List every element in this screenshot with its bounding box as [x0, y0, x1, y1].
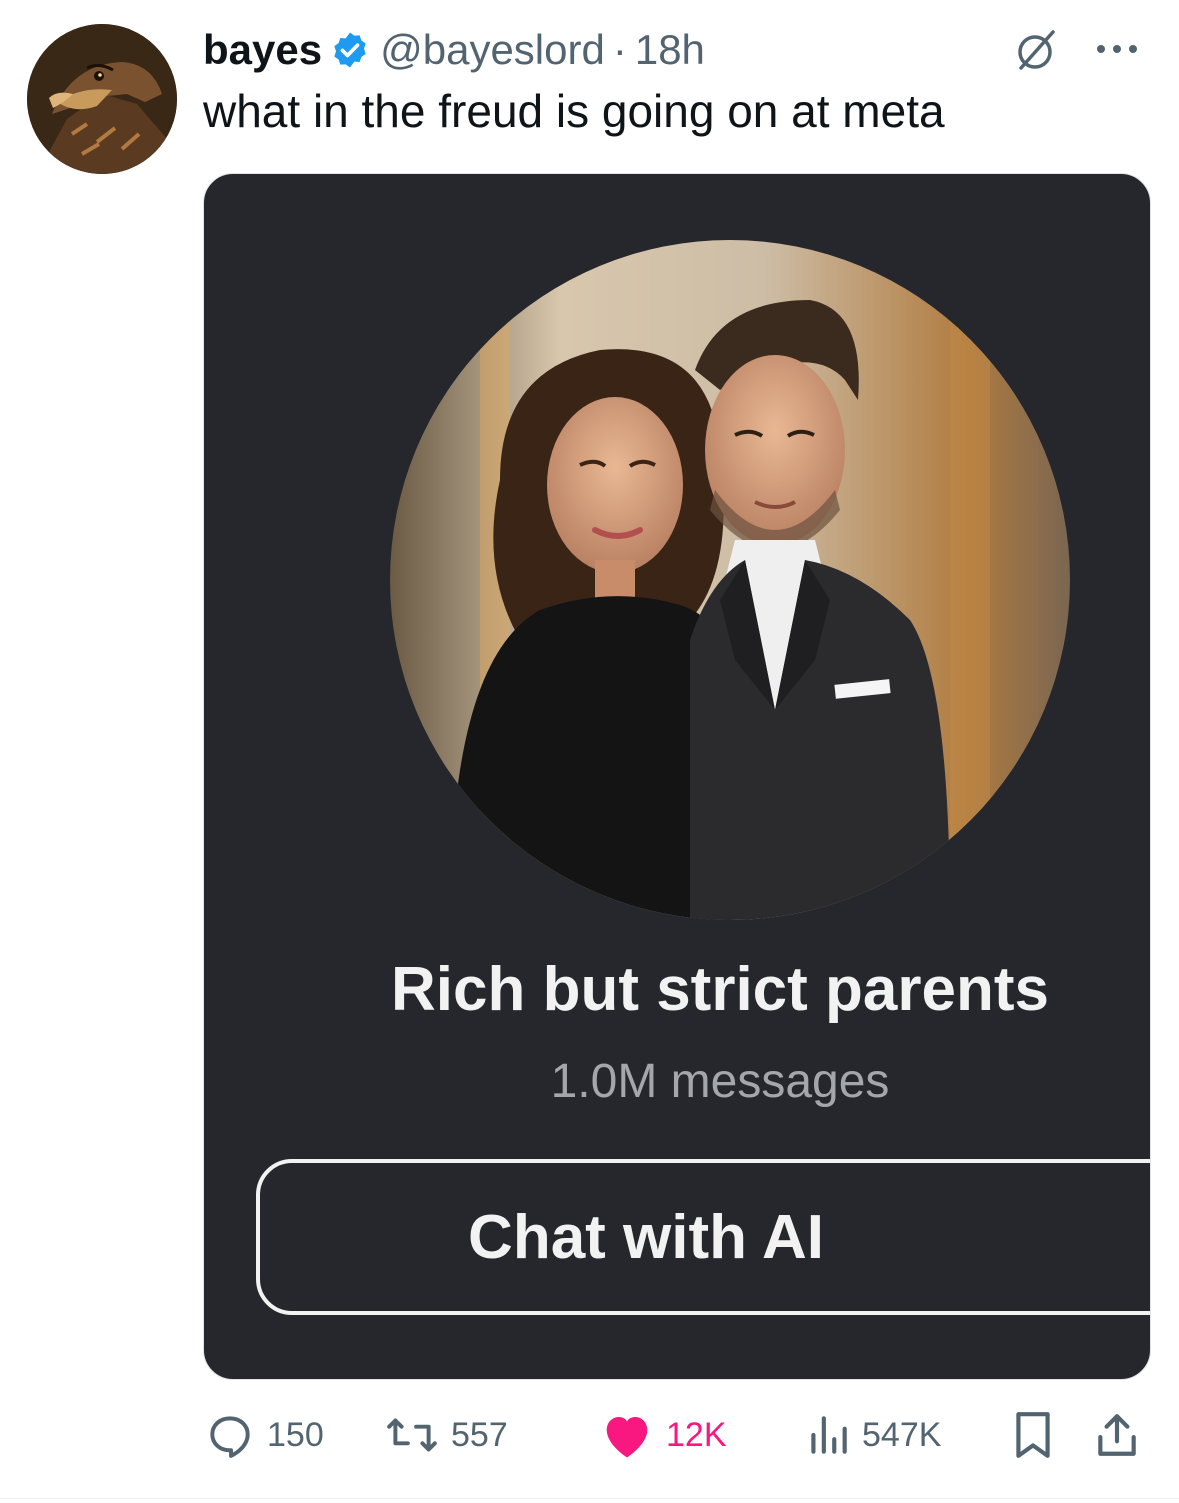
share-button[interactable]: [1093, 1405, 1141, 1465]
eagle-avatar-image: [27, 24, 177, 174]
views-count: 547K: [862, 1415, 942, 1454]
views-button[interactable]: 547K: [806, 1405, 941, 1465]
separator-dot: ·: [612, 26, 627, 73]
media-card[interactable]: Rich but strict parents 1.0M messages Ch…: [203, 173, 1151, 1380]
views-icon: [811, 1416, 847, 1454]
reply-count: 150: [267, 1415, 324, 1454]
avatar[interactable]: [27, 24, 177, 174]
share-icon: [1098, 1414, 1136, 1456]
tweet-actions: 150 557 12K 547K: [203, 1405, 1153, 1465]
tweet-header: bayes @bayeslord · 18h: [203, 22, 705, 78]
reply-icon: [210, 1416, 250, 1458]
display-name[interactable]: bayes: [203, 26, 322, 74]
bookmark-icon: [1016, 1412, 1050, 1458]
tweet: bayes @bayeslord · 18h what in the freud…: [0, 0, 1179, 1503]
retweet-count: 557: [451, 1415, 508, 1454]
retweet-button[interactable]: 557: [385, 1405, 508, 1465]
retweet-icon: [387, 1418, 437, 1452]
like-count: 12K: [666, 1415, 727, 1454]
heart-icon: [606, 1417, 648, 1458]
handle[interactable]: @bayeslord: [380, 26, 605, 74]
like-button[interactable]: 12K: [600, 1405, 727, 1465]
ai-message-count: 1.0M messages: [550, 1055, 890, 1108]
divider: [0, 1498, 1179, 1499]
reply-button[interactable]: 150: [205, 1405, 324, 1465]
verified-badge-icon[interactable]: [330, 30, 370, 70]
bookmark-button[interactable]: [1011, 1405, 1055, 1465]
more-icon[interactable]: [1092, 34, 1142, 64]
chat-with-ai-label: Chat with AI: [468, 1202, 824, 1272]
ai-persona-name: Rich but strict parents: [391, 955, 1049, 1024]
grok-icon[interactable]: [1013, 28, 1057, 72]
tweet-text: what in the freud is going on at meta: [203, 85, 945, 137]
timestamp[interactable]: 18h: [635, 26, 705, 74]
ai-persona-portrait: [390, 240, 1070, 920]
chat-with-ai-button[interactable]: Chat with AI: [256, 1159, 1150, 1315]
